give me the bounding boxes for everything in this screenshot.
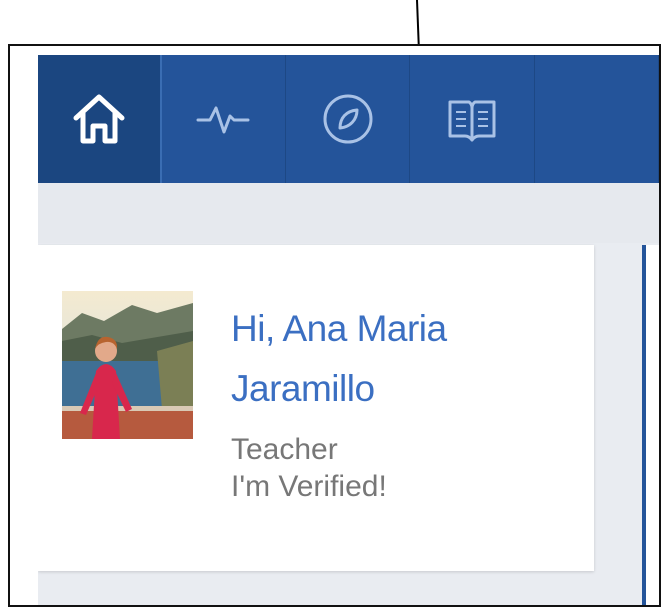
verified-status: I'm Verified!	[231, 470, 387, 503]
nav-explore[interactable]	[286, 55, 411, 183]
user-greeting[interactable]: Hi, Ana Maria Jaramillo	[231, 299, 571, 419]
compass-icon	[323, 94, 373, 144]
avatar[interactable]	[62, 291, 193, 439]
nav-activity[interactable]	[162, 55, 286, 183]
home-icon	[73, 94, 125, 144]
subheader-bar	[38, 183, 659, 243]
nav-home[interactable]	[38, 55, 162, 183]
profile-card: Hi, Ana Maria Jaramillo Teacher I'm Veri…	[38, 245, 594, 571]
top-navbar	[38, 55, 659, 183]
user-role: Teacher	[231, 433, 338, 466]
activity-pulse-icon	[196, 106, 250, 134]
side-panel	[642, 245, 659, 605]
nav-library[interactable]	[410, 55, 535, 183]
screenshot-frame: Hi, Ana Maria Jaramillo Teacher I'm Veri…	[8, 44, 661, 607]
book-icon	[448, 100, 496, 142]
nav-more[interactable]	[535, 55, 659, 183]
app-viewport: Hi, Ana Maria Jaramillo Teacher I'm Veri…	[38, 55, 659, 605]
avatar-photo	[62, 291, 193, 439]
